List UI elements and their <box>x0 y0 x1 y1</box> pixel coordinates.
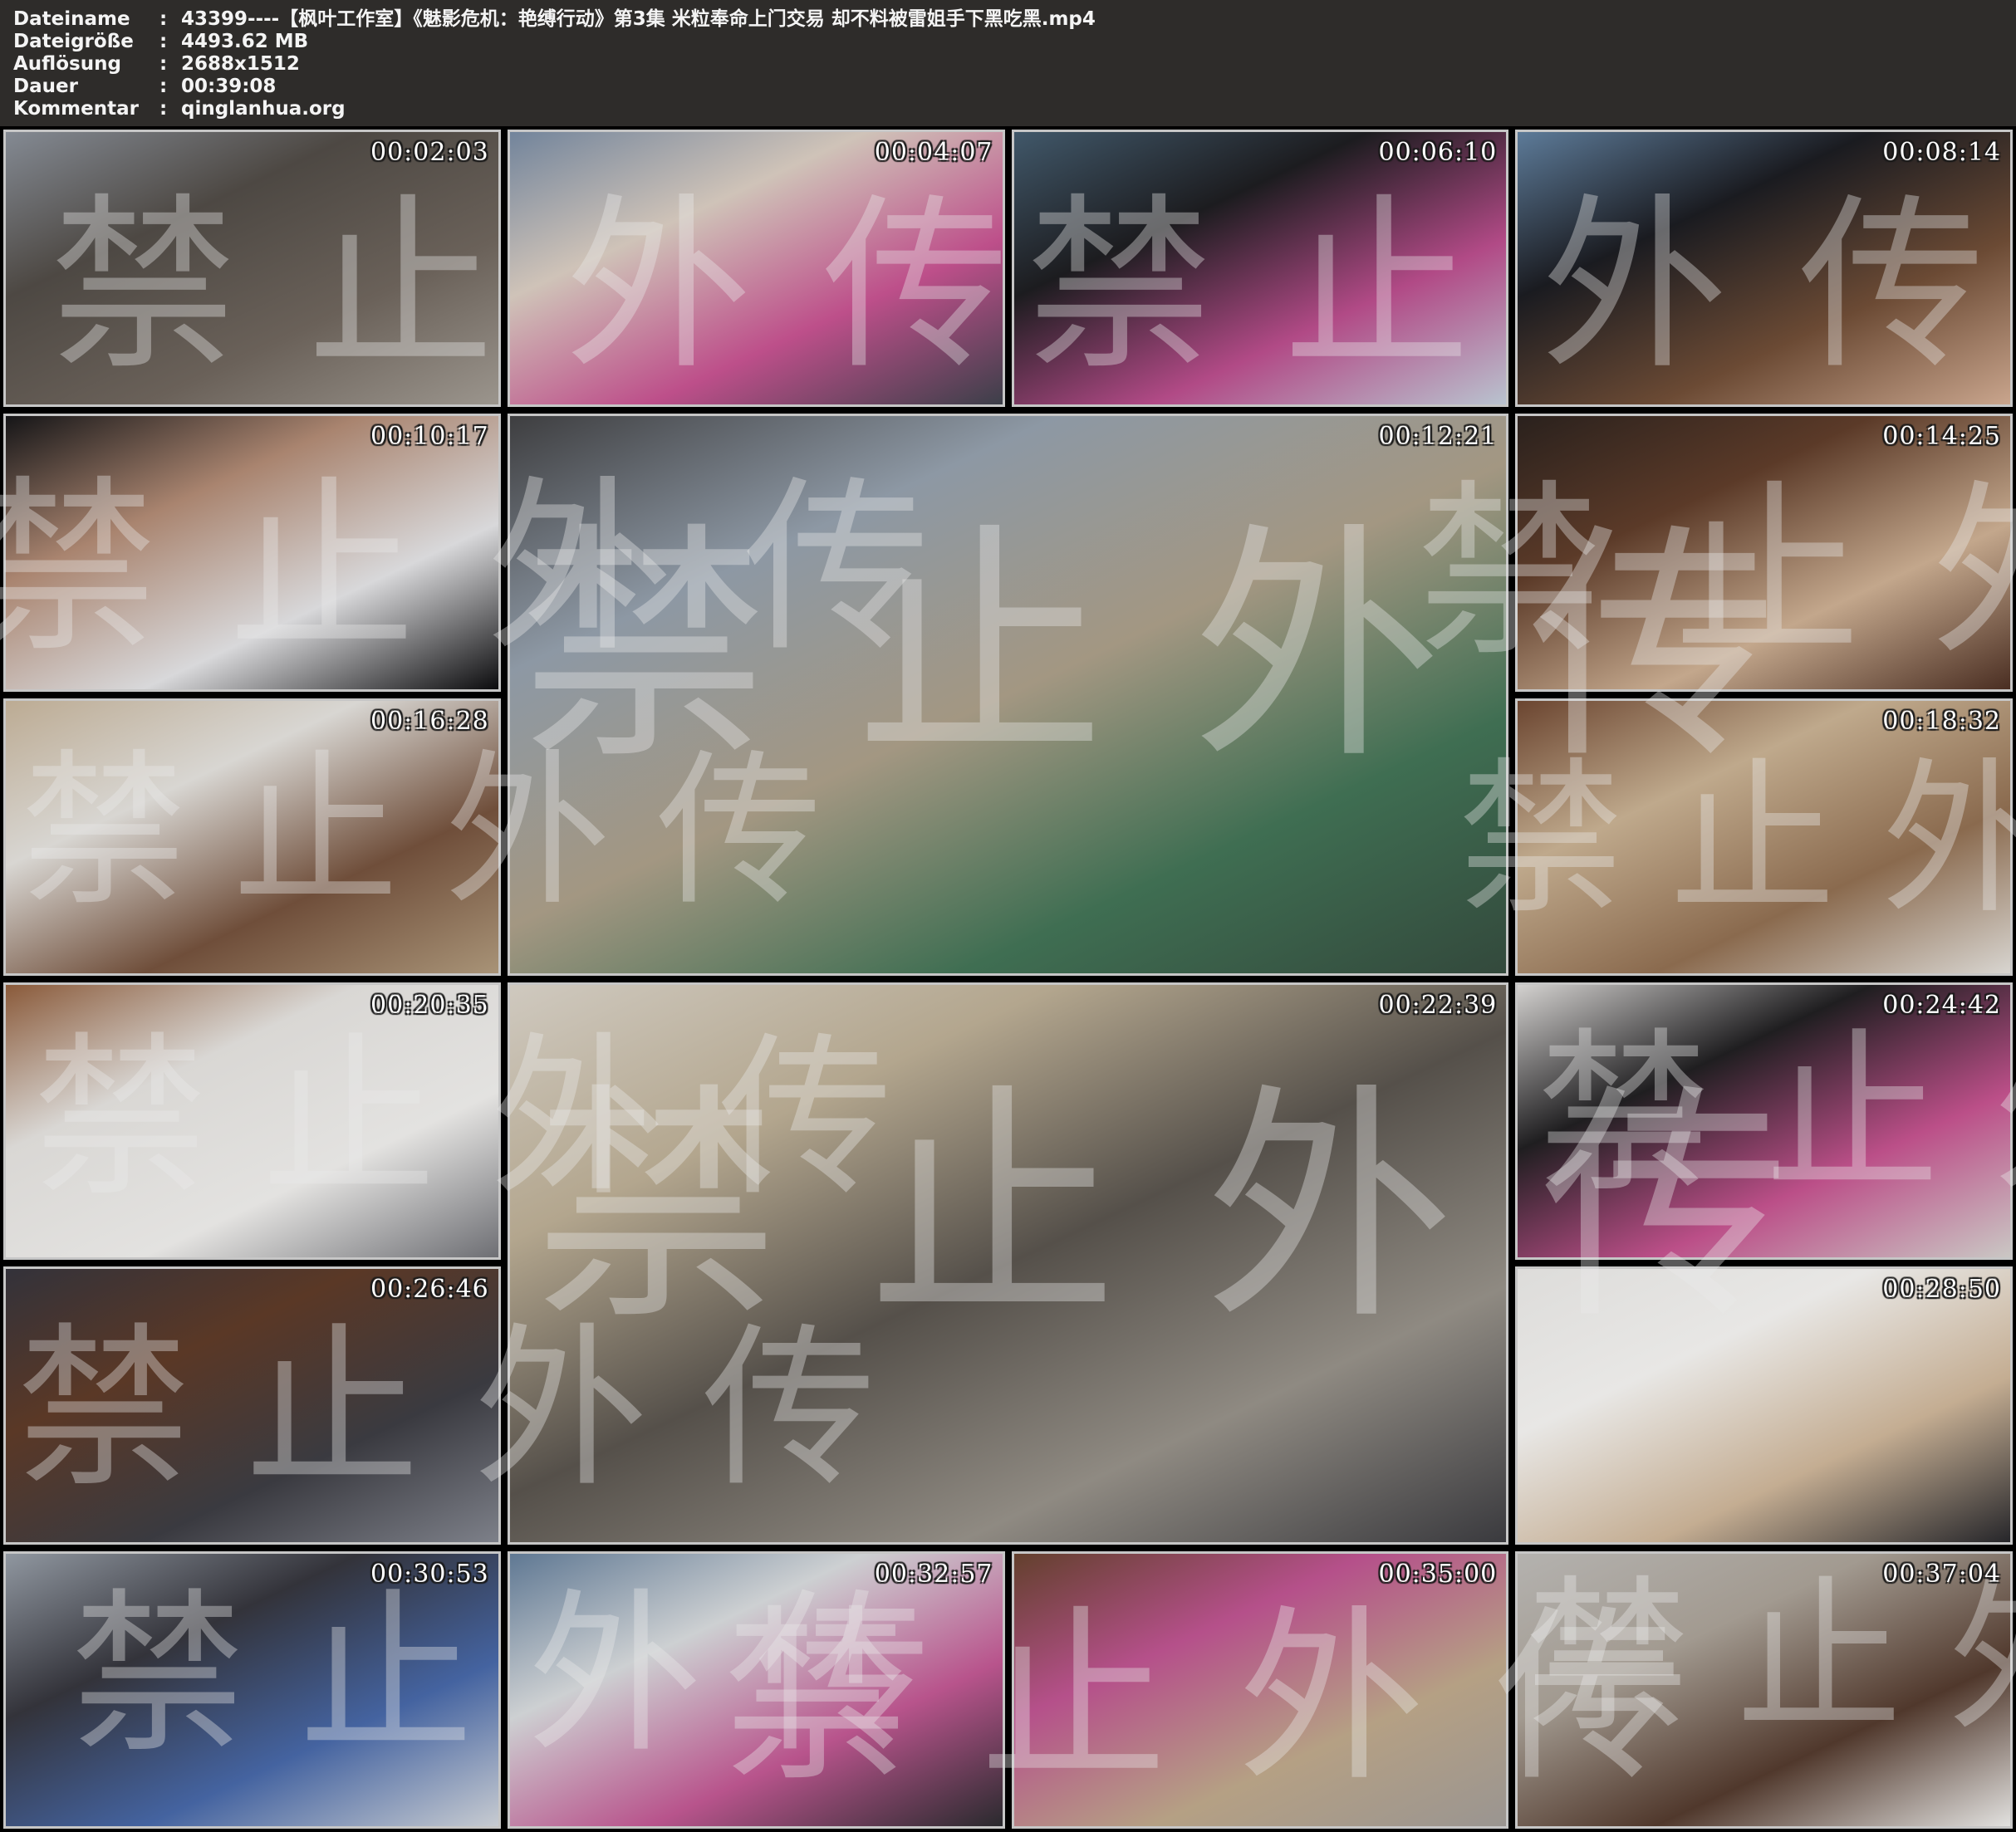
timestamp-overlay: 00:30:53 <box>370 1560 489 1589</box>
video-thumbnail-00:04:07: 00:04:07 <box>508 130 1005 407</box>
video-thumbnail-00:26:46: 00:26:46 <box>3 1266 501 1544</box>
meta-label-dateigroesse: Dateigröße <box>13 31 159 53</box>
video-thumbnail-00:22:39: 00:22:39 <box>508 982 1509 1545</box>
meta-label-kommentar: Kommentar <box>13 98 159 120</box>
meta-row-aufloesung: Auflösung:2688x1512 <box>13 53 2008 76</box>
meta-value-dateigroesse: 4493.62 MB <box>181 31 308 53</box>
timestamp-overlay: 00:12:21 <box>1379 422 1498 451</box>
timestamp-overlay: 00:28:50 <box>1882 1275 2001 1304</box>
meta-label-dateiname: Dateiname <box>13 8 159 31</box>
timestamp-overlay: 00:22:39 <box>1379 991 1498 1020</box>
timestamp-overlay: 00:10:17 <box>370 422 489 451</box>
meta-label-aufloesung: Auflösung <box>13 53 159 76</box>
meta-row-dauer: Dauer:00:39:08 <box>13 76 2008 98</box>
meta-value-dauer: 00:39:08 <box>181 76 276 98</box>
video-thumbnail-00:24:42: 00:24:42 <box>1515 982 2013 1260</box>
meta-separator: : <box>159 76 181 98</box>
meta-separator: : <box>159 8 181 31</box>
meta-row-dateiname: Dateiname:43399----【枫叶工作室】《魅影危机：艳缚行动》第3集… <box>13 8 2008 31</box>
meta-value-dateiname: 43399----【枫叶工作室】《魅影危机：艳缚行动》第3集 米粒奉命上门交易 … <box>181 8 1096 31</box>
timestamp-overlay: 00:16:28 <box>370 707 489 736</box>
timestamp-overlay: 00:37:04 <box>1882 1560 2001 1589</box>
timestamp-overlay: 00:20:35 <box>370 991 489 1020</box>
timestamp-overlay: 00:06:10 <box>1379 138 1498 167</box>
video-thumbnail-00:14:25: 00:14:25 <box>1515 414 2013 691</box>
timestamp-overlay: 00:02:03 <box>370 138 489 167</box>
video-thumbnail-00:37:04: 00:37:04 <box>1515 1551 2013 1829</box>
timestamp-overlay: 00:14:25 <box>1882 422 2001 451</box>
video-thumbnail-00:10:17: 00:10:17 <box>3 414 501 691</box>
meta-row-kommentar: Kommentar:qinglanhua.org <box>13 98 2008 120</box>
video-thumbnail-00:08:14: 00:08:14 <box>1515 130 2013 407</box>
timestamp-overlay: 00:24:42 <box>1882 991 2001 1020</box>
timestamp-overlay: 00:26:46 <box>370 1275 489 1304</box>
timestamp-overlay: 00:08:14 <box>1882 138 2001 167</box>
timestamp-overlay: 00:32:57 <box>875 1560 993 1589</box>
video-thumbnail-00:32:57: 00:32:57 <box>508 1551 1005 1829</box>
meta-separator: : <box>159 53 181 76</box>
video-thumbnail-00:28:50: 00:28:50 <box>1515 1266 2013 1544</box>
video-contact-sheet: Dateiname:43399----【枫叶工作室】《魅影危机：艳缚行动》第3集… <box>0 0 2016 1832</box>
timestamp-overlay: 00:04:07 <box>875 138 993 167</box>
video-thumbnail-00:35:00: 00:35:00 <box>1012 1551 1509 1829</box>
video-thumbnail-00:20:35: 00:20:35 <box>3 982 501 1260</box>
video-thumbnail-00:18:32: 00:18:32 <box>1515 698 2013 976</box>
thumbnail-grid: 00:02:03 00:04:07 00:06:10 00:08:14 00:10:17… <box>0 126 2016 1832</box>
video-thumbnail-00:12:21: 00:12:21 <box>508 414 1509 976</box>
meta-separator: : <box>159 31 181 53</box>
video-thumbnail-00:16:28: 00:16:28 <box>3 698 501 976</box>
meta-value-aufloesung: 2688x1512 <box>181 53 300 76</box>
meta-row-dateigroesse: Dateigröße:4493.62 MB <box>13 31 2008 53</box>
file-metadata-header: Dateiname:43399----【枫叶工作室】《魅影危机：艳缚行动》第3集… <box>0 0 2016 126</box>
video-thumbnail-00:30:53: 00:30:53 <box>3 1551 501 1829</box>
video-thumbnail-00:02:03: 00:02:03 <box>3 130 501 407</box>
video-thumbnail-00:06:10: 00:06:10 <box>1012 130 1509 407</box>
meta-value-kommentar: qinglanhua.org <box>181 98 346 120</box>
timestamp-overlay: 00:35:00 <box>1379 1560 1498 1589</box>
meta-label-dauer: Dauer <box>13 76 159 98</box>
meta-separator: : <box>159 98 181 120</box>
timestamp-overlay: 00:18:32 <box>1882 707 2001 736</box>
